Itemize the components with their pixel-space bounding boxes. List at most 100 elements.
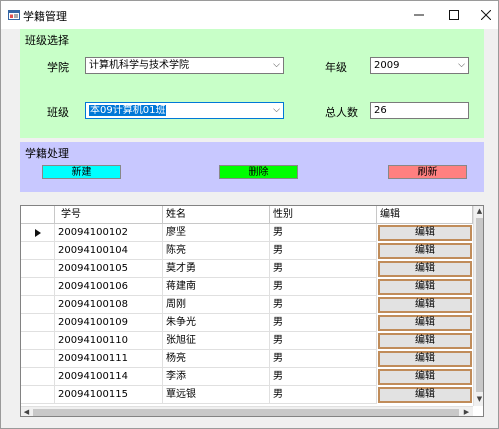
cell-student-id[interactable]: 20094100102	[55, 224, 163, 242]
window-title: 学籍管理	[23, 10, 67, 23]
row-header-corner	[21, 206, 55, 224]
delete-button[interactable]: 删除	[219, 165, 298, 179]
table-row[interactable]: 20094100109 朱争光男编辑	[21, 314, 473, 332]
scroll-right-icon[interactable]: ▶	[461, 407, 472, 416]
table-row[interactable]: 20094100108 周刚男编辑	[21, 296, 473, 314]
horizontal-scroll-thumb[interactable]	[33, 409, 459, 416]
total-label: 总人数	[325, 106, 358, 119]
cell-student-name[interactable]: 张旭征	[163, 332, 270, 350]
cell-student-sex[interactable]: 男	[270, 314, 377, 332]
row-header[interactable]	[21, 260, 55, 278]
class-selection-panel: 班级选择	[20, 29, 484, 138]
college-value: 计算机科学与技术学院	[89, 60, 189, 71]
column-header-name[interactable]: 姓名	[163, 206, 270, 224]
chevron-down-icon: ⌵	[458, 60, 465, 70]
cell-student-name[interactable]: 蒋建南	[163, 278, 270, 296]
row-header[interactable]	[21, 332, 55, 350]
status-panel-title: 学籍处理	[25, 147, 69, 160]
cell-student-id[interactable]: 20094100104	[55, 242, 163, 260]
cell-student-id[interactable]: 20094100115	[55, 386, 163, 404]
column-header-edit[interactable]: 编辑	[377, 206, 473, 224]
cell-student-id[interactable]: 20094100114	[55, 368, 163, 386]
column-header-id[interactable]: 学号	[55, 206, 163, 224]
cell-student-id[interactable]: 20094100109	[55, 314, 163, 332]
cell-student-name[interactable]: 陈亮	[163, 242, 270, 260]
table-row[interactable]: 20094100115 覃远银男编辑	[21, 386, 473, 404]
row-header[interactable]	[21, 242, 55, 260]
table-row[interactable]: 20094100102 廖坚男编辑	[21, 224, 473, 242]
cell-student-sex[interactable]: 男	[270, 260, 377, 278]
cell-student-id[interactable]: 20094100105	[55, 260, 163, 278]
edit-row-button[interactable]: 编辑	[378, 315, 472, 331]
table-row[interactable]: 20094100104 陈亮男编辑	[21, 242, 473, 260]
scroll-left-icon[interactable]: ◀	[21, 407, 32, 416]
new-button[interactable]: 新建	[42, 165, 121, 179]
maximize-button[interactable]	[437, 1, 471, 29]
row-header[interactable]	[21, 224, 55, 242]
cell-student-name[interactable]: 周刚	[163, 296, 270, 314]
cell-student-sex[interactable]: 男	[270, 278, 377, 296]
class-panel-title: 班级选择	[25, 34, 69, 47]
edit-row-button[interactable]: 编辑	[378, 351, 472, 367]
table-row[interactable]: 20094100106 蒋建南男编辑	[21, 278, 473, 296]
table-row[interactable]: 20094100110 张旭征男编辑	[21, 332, 473, 350]
cell-student-id[interactable]: 20094100111	[55, 350, 163, 368]
cell-student-sex[interactable]: 男	[270, 332, 377, 350]
edit-row-button[interactable]: 编辑	[378, 387, 472, 403]
row-header[interactable]	[21, 368, 55, 386]
cell-student-name[interactable]: 覃远银	[163, 386, 270, 404]
edit-row-button[interactable]: 编辑	[378, 369, 472, 385]
table-row[interactable]: 20094100105 莫才勇男编辑	[21, 260, 473, 278]
cell-student-name[interactable]: 莫才勇	[163, 260, 270, 278]
column-header-sex[interactable]: 性别	[270, 206, 377, 224]
vertical-scrollbar[interactable]: ▲ ▼	[473, 206, 483, 406]
app-icon	[8, 10, 20, 20]
close-button[interactable]	[469, 1, 499, 29]
cell-student-sex[interactable]: 男	[270, 296, 377, 314]
current-row-icon	[34, 229, 41, 237]
class-select[interactable]: 本09计算机01班 ⌵	[85, 102, 284, 119]
maximize-icon	[449, 10, 459, 20]
cell-student-name[interactable]: 廖坚	[163, 224, 270, 242]
edit-row-button[interactable]: 编辑	[378, 297, 472, 313]
cell-student-id[interactable]: 20094100108	[55, 296, 163, 314]
cell-student-name[interactable]: 李添	[163, 368, 270, 386]
edit-row-button[interactable]: 编辑	[378, 261, 472, 277]
cell-student-name[interactable]: 朱争光	[163, 314, 270, 332]
row-header[interactable]	[21, 386, 55, 404]
scroll-down-icon[interactable]: ▼	[474, 395, 483, 403]
college-select[interactable]: 计算机科学与技术学院 ⌵	[85, 57, 284, 74]
vertical-scroll-thumb[interactable]	[476, 218, 483, 392]
row-header[interactable]	[21, 350, 55, 368]
edit-row-button[interactable]: 编辑	[378, 225, 472, 241]
cell-student-sex[interactable]: 男	[270, 368, 377, 386]
refresh-button[interactable]: 刷新	[388, 165, 467, 179]
row-header[interactable]	[21, 296, 55, 314]
cell-student-sex[interactable]: 男	[270, 224, 377, 242]
grid-header: 学号 姓名 性别 编辑	[21, 206, 473, 224]
cell-student-sex[interactable]: 男	[270, 350, 377, 368]
chevron-down-icon: ⌵	[273, 105, 280, 115]
grade-select[interactable]: 2009 ⌵	[370, 57, 469, 74]
scroll-up-icon[interactable]: ▲	[474, 207, 483, 215]
horizontal-scrollbar[interactable]: ◀ ▶	[21, 406, 473, 416]
edit-row-button[interactable]: 编辑	[378, 279, 472, 295]
cell-student-sex[interactable]: 男	[270, 242, 377, 260]
class-value: 本09计算机01班	[89, 105, 167, 116]
cell-student-name[interactable]: 杨亮	[163, 350, 270, 368]
total-field[interactable]: 26	[370, 102, 469, 119]
edit-row-button[interactable]: 编辑	[378, 333, 472, 349]
cell-student-id[interactable]: 20094100106	[55, 278, 163, 296]
row-header[interactable]	[21, 314, 55, 332]
table-row[interactable]: 20094100111 杨亮男编辑	[21, 350, 473, 368]
edit-row-button[interactable]: 编辑	[378, 243, 472, 259]
minimize-button[interactable]	[402, 1, 436, 29]
main-window: 学籍管理 班级选择 学院 计算机科学与技术学院 ⌵ 年级 2009 ⌵ 班级 本…	[0, 0, 499, 429]
close-icon	[481, 10, 491, 20]
cell-student-id[interactable]: 20094100110	[55, 332, 163, 350]
grade-label: 年级	[325, 61, 347, 74]
row-header[interactable]	[21, 278, 55, 296]
student-grid[interactable]: 学号 姓名 性别 编辑 20094100102 廖坚男编辑 20094100104 陈…	[20, 205, 484, 417]
table-row[interactable]: 20094100114 李添男编辑	[21, 368, 473, 386]
cell-student-sex[interactable]: 男	[270, 386, 377, 404]
